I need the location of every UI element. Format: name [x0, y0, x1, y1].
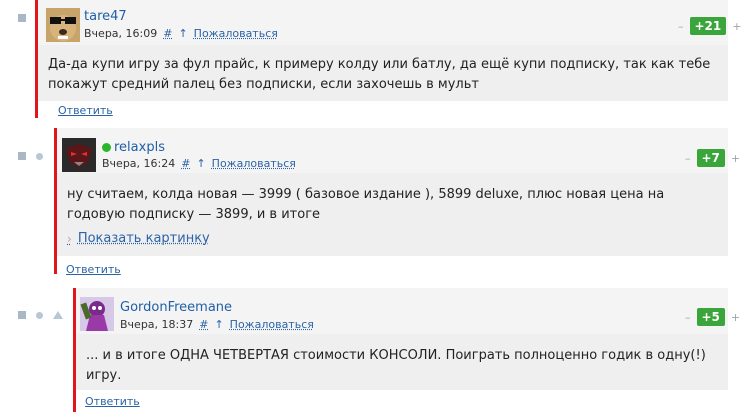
vote-up-button[interactable]: +: [732, 20, 741, 33]
thread-markers-level2: [18, 152, 43, 160]
dark-mask-avatar-icon: [62, 138, 96, 172]
vote-widget: – +5 +: [685, 308, 740, 326]
thread-square-icon: [18, 14, 26, 22]
show-picture-toggle[interactable]: › Показать картинку: [57, 225, 728, 246]
reply-button[interactable]: Ответить: [85, 395, 140, 408]
avatar[interactable]: [80, 297, 114, 331]
reply-button[interactable]: Ответить: [66, 263, 121, 276]
thread-markers-level1: [18, 14, 26, 22]
glasses-dog-avatar-icon: [46, 8, 80, 42]
comment-text: ... и в итоге ОДНА ЧЕТВЕРТАЯ стоимости К…: [86, 348, 706, 383]
chevron-right-icon: ›: [67, 231, 72, 246]
online-status-icon: [102, 143, 111, 152]
permalink-hash[interactable]: #: [181, 157, 190, 170]
thread-square-icon: [18, 311, 26, 319]
comment-meta: Вчера, 16:09 # ↑ Пожаловаться: [84, 27, 278, 40]
vote-widget: – +21 +: [678, 17, 741, 35]
comment-text: ну считаем, колда новая — 3999 ( базовое…: [67, 187, 665, 222]
comment-meta: Вчера, 18:37 # ↑ Пожаловаться: [120, 318, 314, 331]
purple-character-avatar-icon: [80, 297, 114, 331]
thread-dot-icon: [36, 311, 43, 319]
timestamp: Вчера, 16:24: [102, 157, 176, 170]
permalink-hash[interactable]: #: [199, 318, 208, 331]
report-link[interactable]: Пожаловаться: [230, 318, 314, 331]
comment-body: ... и в итоге ОДНА ЧЕТВЕРТАЯ стоимости К…: [76, 334, 728, 390]
avatar[interactable]: [46, 8, 80, 42]
report-link[interactable]: Пожаловаться: [212, 157, 296, 170]
username[interactable]: tare47: [84, 9, 127, 24]
username-row: relaxpls: [102, 140, 165, 155]
vote-down-button[interactable]: –: [685, 311, 691, 324]
avatar[interactable]: [62, 138, 96, 172]
vote-up-button[interactable]: +: [731, 152, 740, 165]
reply-button[interactable]: Ответить: [58, 104, 113, 117]
score-badge: +5: [696, 308, 725, 326]
parent-arrow-icon[interactable]: ↑: [196, 157, 205, 170]
vote-down-button[interactable]: –: [685, 152, 691, 165]
timestamp: Вчера, 16:09: [84, 27, 158, 40]
thread-triangle-icon: [53, 311, 63, 319]
report-link[interactable]: Пожаловаться: [194, 27, 278, 40]
thread-markers-level3: [18, 311, 63, 319]
comment-body: ну считаем, колда новая — 3999 ( базовое…: [57, 173, 728, 256]
thread-dot-icon: [36, 152, 43, 160]
thread-square-icon: [18, 152, 26, 160]
parent-arrow-icon[interactable]: ↑: [178, 27, 187, 40]
vote-up-button[interactable]: +: [731, 311, 740, 324]
permalink-hash[interactable]: #: [163, 27, 172, 40]
comment-text: Да-да купи игру за фул прайс, к примеру …: [48, 57, 711, 92]
score-badge: +21: [689, 17, 727, 35]
show-picture-label[interactable]: Показать картинку: [78, 231, 210, 246]
timestamp: Вчера, 18:37: [120, 318, 194, 331]
vote-down-button[interactable]: –: [678, 20, 684, 33]
username[interactable]: GordonFreemane: [120, 300, 232, 315]
score-badge: +7: [696, 149, 725, 167]
comment-meta: Вчера, 16:24 # ↑ Пожаловаться: [102, 157, 296, 170]
vote-widget: – +7 +: [685, 149, 740, 167]
parent-arrow-icon[interactable]: ↑: [214, 318, 223, 331]
comment-body: Да-да купи игру за фул прайс, к примеру …: [38, 45, 728, 101]
username[interactable]: relaxpls: [114, 140, 165, 155]
